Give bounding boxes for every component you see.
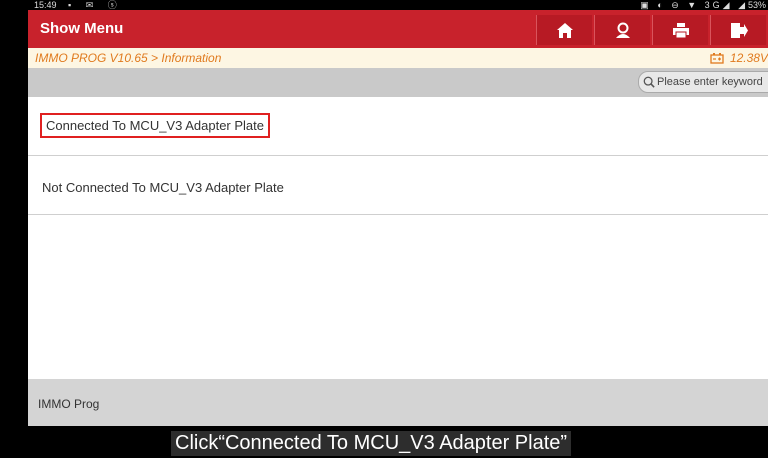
breadcrumb: IMMO PROG V10.65 > Information 12.38V xyxy=(28,48,768,68)
user-button[interactable] xyxy=(594,15,650,45)
list-item-connected[interactable]: Connected To MCU_V3 Adapter Plate xyxy=(28,97,768,156)
status-bar: 15:49 ▪ ✉ ⓢ ▣ ◐ ⊖ ▼ 3G◢ ◢ 53% xyxy=(0,0,768,10)
app-screen: Show Menu IMMO PROG V10.65 > Information… xyxy=(28,10,768,426)
search-bar xyxy=(28,68,768,97)
print-button[interactable] xyxy=(652,15,708,45)
list-item-not-connected[interactable]: Not Connected To MCU_V3 Adapter Plate xyxy=(28,156,768,215)
voltage-indicator: 12.38V xyxy=(710,48,768,68)
header-title: Show Menu xyxy=(40,20,124,37)
signal-icons: ▣ ◐ ⊖ ▼ 3G◢ ◢ xyxy=(640,0,748,10)
exit-button[interactable] xyxy=(710,15,766,45)
user-icon xyxy=(615,22,630,38)
footer-label: IMMO Prog xyxy=(38,397,100,411)
battery-level: 53% xyxy=(747,0,766,10)
list-item-label: Not Connected To MCU_V3 Adapter Plate xyxy=(42,180,284,195)
video-caption: Click“Connected To MCU_V3 Adapter Plate” xyxy=(171,431,572,456)
menu-list: Connected To MCU_V3 Adapter Plate Not Co… xyxy=(28,97,768,215)
printer-icon xyxy=(672,22,689,38)
status-time: 15:49 xyxy=(34,0,57,10)
home-button[interactable] xyxy=(536,15,592,45)
home-icon xyxy=(556,22,573,38)
notification-icons: ▪ ✉ ⓢ xyxy=(68,0,123,10)
voltage-value: 12.38V xyxy=(729,51,768,65)
footer-bar: IMMO Prog xyxy=(28,379,768,426)
exit-icon xyxy=(730,22,748,38)
list-item-label: Connected To MCU_V3 Adapter Plate xyxy=(40,113,271,138)
header-bar: Show Menu xyxy=(28,10,768,48)
search-input[interactable] xyxy=(657,76,768,88)
breadcrumb-path: IMMO PROG V10.65 > Information xyxy=(35,51,222,65)
search-box[interactable] xyxy=(638,71,768,93)
battery-icon xyxy=(710,52,724,64)
search-icon xyxy=(643,76,655,88)
